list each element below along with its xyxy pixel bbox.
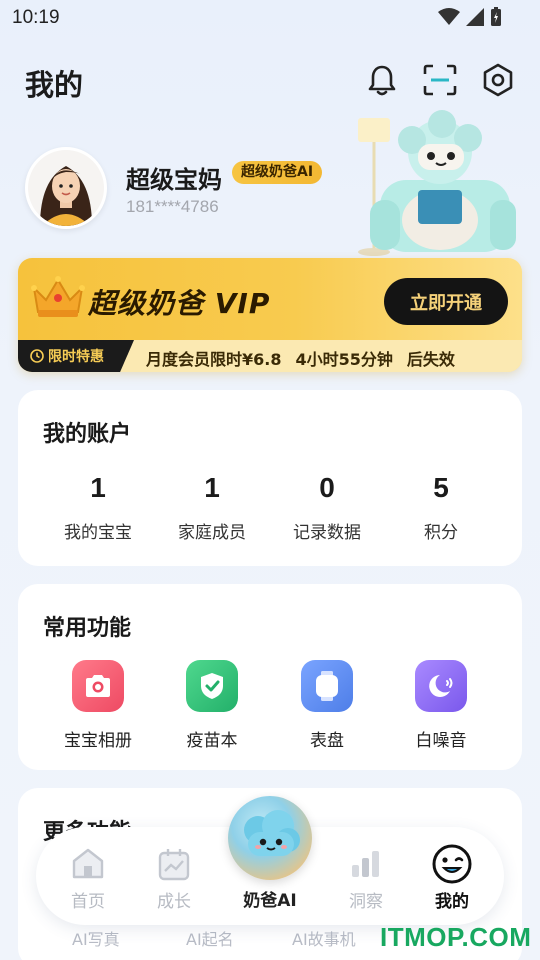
scan-icon <box>423 64 457 96</box>
ai-mascot-icon <box>244 810 300 856</box>
tab-label: 成长 <box>157 892 191 912</box>
stat-label: 记录数据 <box>293 523 361 543</box>
functions-card: 常用功能 宝宝相册 疫苗本 表盘 白噪音 <box>18 584 522 770</box>
username: 超级宝妈 <box>126 166 222 194</box>
more-item-ai-naming[interactable]: AI起名 <box>186 926 234 950</box>
wifi-icon <box>438 8 460 25</box>
watch-icon <box>301 660 353 712</box>
stat-label: 我的宝宝 <box>64 523 132 543</box>
status-time: 10:19 <box>12 7 60 28</box>
function-label: 表盘 <box>310 731 344 751</box>
promo-countdown: 4小时55分钟 <box>295 350 393 369</box>
header-actions <box>364 62 516 98</box>
phone-number: 181****4786 <box>126 197 219 216</box>
functions-title: 常用功能 <box>43 616 132 641</box>
account-title: 我的账户 <box>43 422 132 447</box>
status-icons <box>438 7 502 27</box>
signal-icon <box>466 8 484 26</box>
crown-icon <box>31 276 85 317</box>
promo-price: 月度会员限时¥6.8 <box>146 350 282 369</box>
stat-babies[interactable]: 1 我的宝宝 <box>38 472 158 543</box>
stat-value: 5 <box>433 472 449 503</box>
status-bar: 10:19 <box>0 0 540 40</box>
tab-label-ai: 奶爸AI <box>243 891 297 911</box>
vip-open-button[interactable]: 立即开通 <box>384 278 508 325</box>
limited-offer-tag: 限时特惠 <box>18 340 134 372</box>
tab-mine[interactable]: 我的 <box>412 827 492 925</box>
stat-label: 家庭成员 <box>178 523 246 543</box>
stat-points[interactable]: 5 积分 <box>381 472 501 543</box>
growth-calendar-icon <box>158 849 190 881</box>
stat-value: 1 <box>90 472 106 503</box>
page-title: 我的 <box>25 68 84 102</box>
tab-label: 首页 <box>71 892 105 912</box>
moon-sound-icon <box>415 660 467 712</box>
tab-label: 洞察 <box>349 892 383 912</box>
account-card: 我的账户 1 我的宝宝 1 家庭成员 0 记录数据 5 积分 <box>18 390 522 566</box>
limited-offer-label: 限时特惠 <box>48 349 104 365</box>
function-white-noise[interactable]: 白噪音 <box>381 660 501 751</box>
function-baby-album[interactable]: 宝宝相册 <box>38 660 158 751</box>
more-item-ai-photo[interactable]: AI写真 <box>72 926 120 950</box>
vip-card[interactable]: 超级奶爸 VIP 立即开通 限时特惠 月度会员限时¥6.8 4小时55分钟 后失效 <box>18 258 522 372</box>
function-label: 宝宝相册 <box>64 731 132 751</box>
function-label: 疫苗本 <box>186 731 238 751</box>
stat-label: 积分 <box>424 523 458 543</box>
vip-title: 超级奶爸 VIP <box>88 287 271 320</box>
avatar[interactable] <box>25 147 107 229</box>
clock-icon <box>30 349 44 363</box>
stat-value: 1 <box>204 472 220 503</box>
insight-bars-icon <box>352 851 379 877</box>
vip-promo: 月度会员限时¥6.8 4小时55分钟 后失效 <box>146 346 469 370</box>
shield-check-icon <box>186 660 238 712</box>
battery-icon <box>491 7 501 26</box>
tab-home[interactable]: 首页 <box>48 827 128 925</box>
smile-face-icon <box>432 844 472 884</box>
bell-icon <box>368 65 396 96</box>
tab-growth[interactable]: 成长 <box>134 827 214 925</box>
function-vaccine-book[interactable]: 疫苗本 <box>152 660 272 751</box>
home-icon <box>72 848 104 879</box>
promo-expire: 后失效 <box>406 350 455 369</box>
robot-mascot-illustration <box>358 110 516 256</box>
watermark: ITMOP.COM <box>380 922 532 952</box>
stat-value: 0 <box>319 472 335 503</box>
camera-icon <box>72 660 124 712</box>
tab-label: 我的 <box>435 892 469 912</box>
settings-button[interactable] <box>480 62 516 98</box>
stat-family[interactable]: 1 家庭成员 <box>152 472 272 543</box>
tab-ai-center-button[interactable] <box>228 796 312 880</box>
user-badge: 超级奶爸AI <box>232 161 323 184</box>
notification-button[interactable] <box>364 62 400 98</box>
user-avatar-illustration <box>28 150 104 226</box>
scan-button[interactable] <box>422 62 458 98</box>
more-item-ai-story[interactable]: AI故事机 <box>292 926 356 950</box>
function-watch-face[interactable]: 表盘 <box>267 660 387 751</box>
function-label: 白噪音 <box>415 731 467 751</box>
settings-hexagon-icon <box>483 63 513 97</box>
stat-records[interactable]: 0 记录数据 <box>267 472 387 543</box>
tab-insight[interactable]: 洞察 <box>326 827 406 925</box>
